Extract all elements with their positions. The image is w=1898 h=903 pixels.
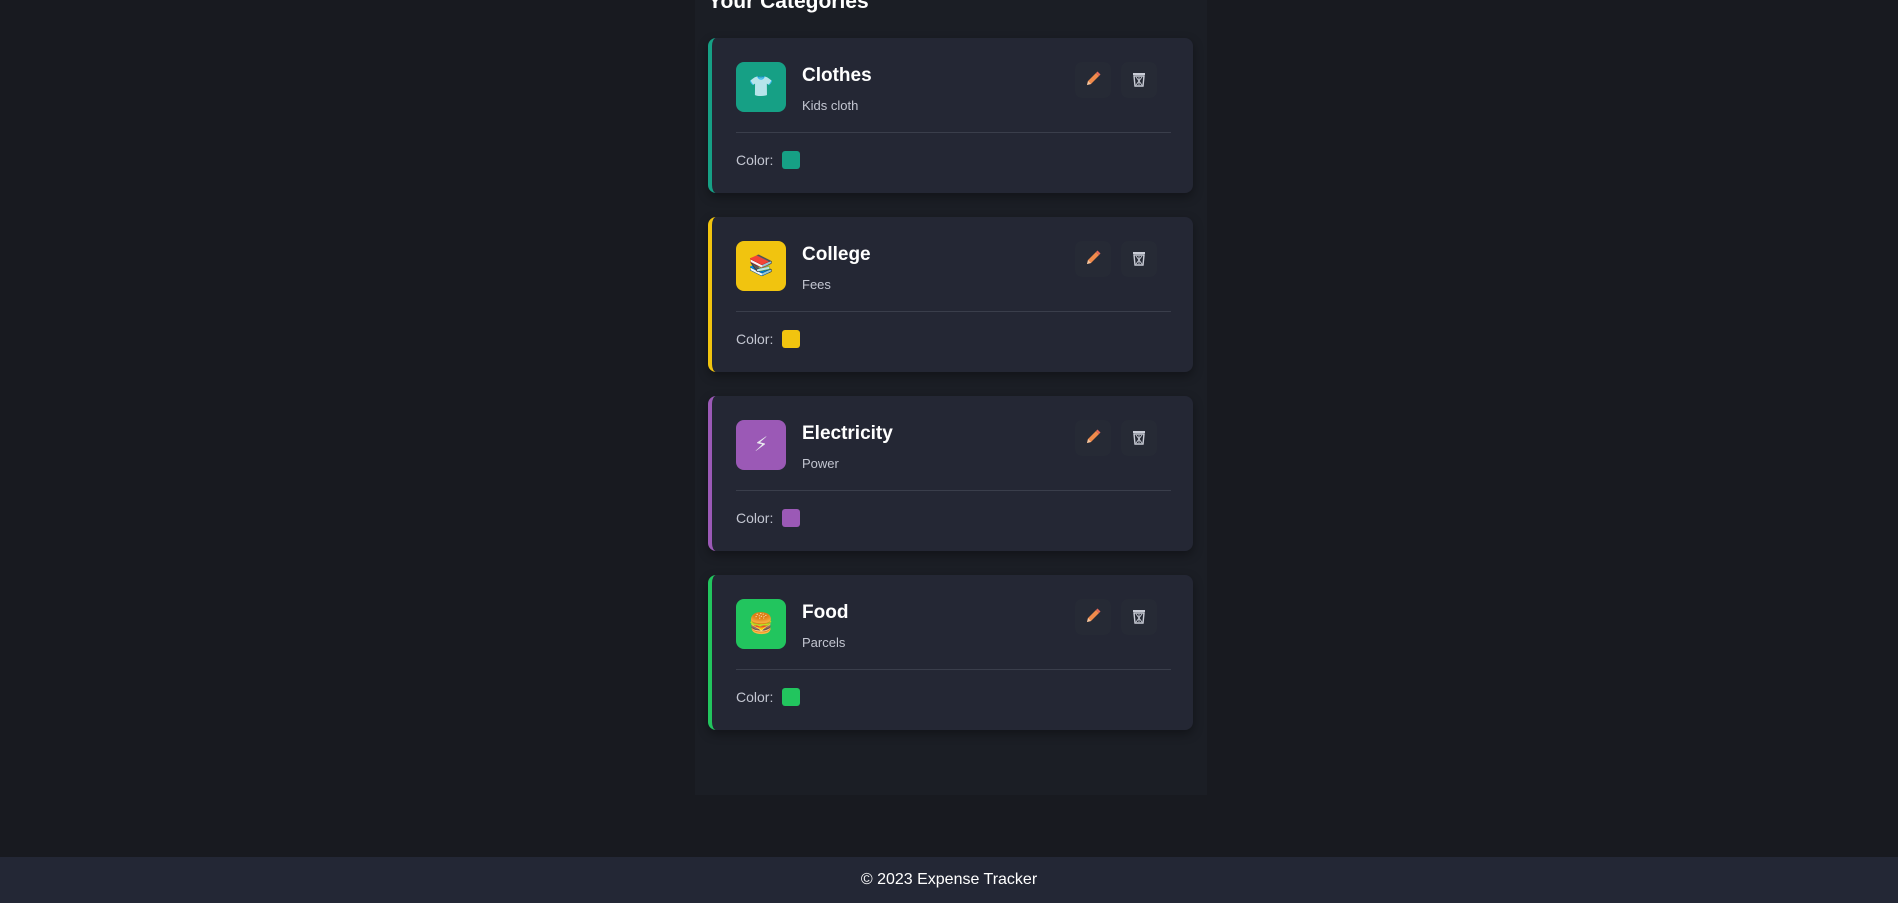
color-swatch [782, 330, 801, 348]
category-name: Food [802, 602, 849, 623]
tshirt-icon: 👕 [736, 62, 786, 112]
edit-button[interactable] [1075, 241, 1111, 277]
color-label: Color: [736, 510, 774, 526]
category-card-food: 🍔 Food Parcels Color: [708, 575, 1193, 730]
category-description: Power [802, 456, 839, 471]
delete-button[interactable] [1121, 241, 1157, 277]
divider [736, 132, 1171, 133]
trash-icon [1131, 71, 1147, 90]
color-label: Color: [736, 152, 774, 168]
trash-icon [1131, 608, 1147, 627]
color-swatch [782, 688, 801, 706]
trash-icon [1131, 429, 1147, 448]
pencil-icon [1084, 249, 1102, 270]
pencil-icon [1084, 607, 1102, 628]
category-glyph: 👕 [748, 76, 774, 98]
divider [736, 311, 1171, 312]
color-label: Color: [736, 331, 774, 347]
category-name: Electricity [802, 423, 893, 444]
lightning-icon: ⚡ [736, 420, 786, 470]
category-card-electricity: ⚡ Electricity Power Color: [708, 396, 1193, 551]
divider [736, 490, 1171, 491]
delete-button[interactable] [1121, 420, 1157, 456]
pencil-icon [1084, 428, 1102, 449]
color-row: Color: [736, 330, 801, 348]
category-card-clothes: 👕 Clothes Kids cloth Color: [708, 38, 1193, 193]
section-title: Your Categories [708, 0, 869, 13]
category-description: Parcels [802, 635, 846, 650]
footer: © 2023 Expense Tracker [0, 857, 1898, 903]
color-row: Color: [736, 509, 801, 527]
pencil-icon [1084, 70, 1102, 91]
books-icon: 📚 [736, 241, 786, 291]
category-glyph: 🍔 [748, 613, 774, 635]
category-glyph: 📚 [748, 255, 774, 277]
trash-icon [1131, 250, 1147, 269]
edit-button[interactable] [1075, 62, 1111, 98]
category-name: College [802, 244, 871, 265]
color-row: Color: [736, 688, 801, 706]
color-label: Color: [736, 689, 774, 705]
edit-button[interactable] [1075, 599, 1111, 635]
color-swatch [782, 151, 801, 169]
color-row: Color: [736, 151, 801, 169]
delete-button[interactable] [1121, 62, 1157, 98]
category-description: Fees [802, 277, 831, 292]
category-card-college: 📚 College Fees Color: [708, 217, 1193, 372]
color-swatch [782, 509, 801, 527]
footer-text: © 2023 Expense Tracker [860, 871, 1038, 888]
delete-button[interactable] [1121, 599, 1157, 635]
edit-button[interactable] [1075, 420, 1111, 456]
page: Your Categories 👕 Clothes Kids cloth Col… [0, 0, 1898, 903]
category-description: Kids cloth [802, 98, 859, 113]
divider [736, 669, 1171, 670]
category-name: Clothes [802, 65, 872, 86]
category-glyph: ⚡ [753, 434, 769, 456]
burger-icon: 🍔 [736, 599, 786, 649]
